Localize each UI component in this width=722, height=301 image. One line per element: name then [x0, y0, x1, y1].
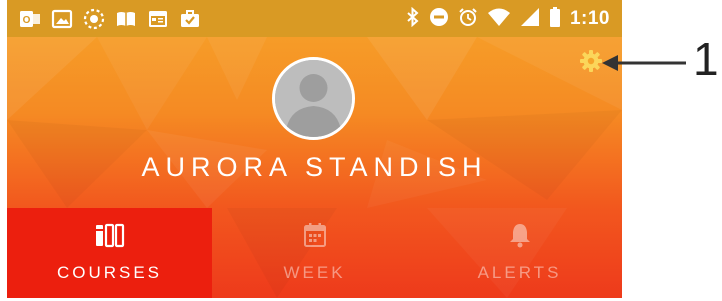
annotation-number: 1: [693, 33, 719, 85]
default-avatar-icon: [275, 60, 352, 137]
tab-alerts-label: ALERTS: [477, 263, 562, 282]
calendar-icon: [303, 221, 327, 249]
battery-icon: [549, 6, 561, 32]
bell-icon: [508, 221, 532, 249]
avatar[interactable]: [272, 57, 355, 140]
system-status-icons: 1:10: [406, 6, 610, 32]
book-notification-icon: [114, 7, 138, 31]
do-not-disturb-icon: [429, 7, 449, 32]
status-time: 1:10: [569, 8, 610, 29]
screenshot-stage: O 1:10 AURORA STANDISH COURSES WEEK ALER…: [0, 0, 722, 301]
svg-text:O: O: [23, 15, 31, 26]
alarm-icon: [458, 7, 478, 32]
notification-icons: O: [18, 7, 202, 31]
sync-notification-icon: [82, 7, 106, 31]
tab-alerts[interactable]: ALERTS: [417, 208, 622, 298]
tab-courses-label: COURSES: [56, 263, 163, 282]
signal-icon: [520, 7, 540, 32]
calendar-notification-icon: [146, 7, 170, 31]
courses-icon: [95, 221, 125, 249]
profile-header: O 1:10 AURORA STANDISH COURSES WEEK ALER…: [7, 0, 622, 298]
tab-week[interactable]: WEEK: [212, 208, 417, 298]
wifi-icon: [487, 7, 511, 32]
status-bar: O 1:10: [7, 0, 622, 37]
tab-bar: COURSES WEEK ALERTS: [7, 208, 622, 298]
annotation-arrow: [602, 55, 686, 71]
outlook-notification-icon: O: [18, 7, 42, 31]
image-notification-icon: [50, 7, 74, 31]
bluetooth-icon: [406, 6, 420, 32]
tab-week-label: WEEK: [283, 263, 346, 282]
tab-courses[interactable]: COURSES: [7, 208, 212, 298]
briefcase-check-icon: [178, 7, 202, 31]
user-name: AURORA STANDISH: [141, 152, 488, 182]
